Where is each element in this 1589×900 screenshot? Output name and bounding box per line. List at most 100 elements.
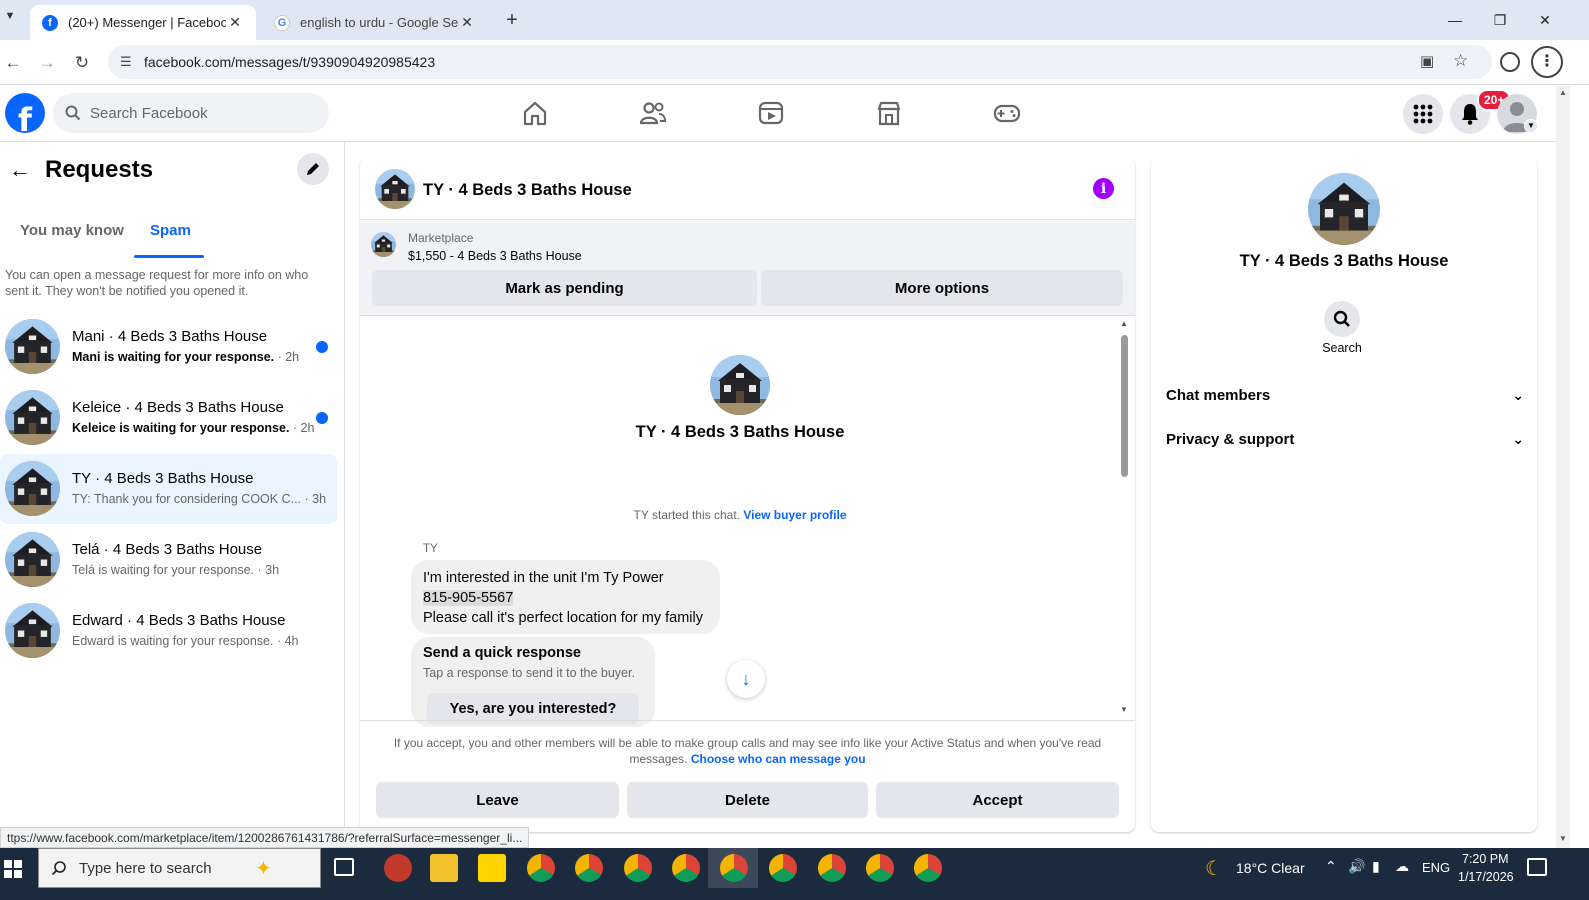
gaming-icon[interactable] bbox=[992, 98, 1022, 128]
conversation-item-mani[interactable]: Mani · 4 Beds 3 Baths House Mani is wait… bbox=[0, 312, 337, 382]
tab-title: english to urdu - Google Search bbox=[300, 15, 458, 30]
reload-icon[interactable]: ↻ bbox=[69, 50, 95, 76]
search-icon bbox=[1333, 310, 1350, 327]
video-icon[interactable] bbox=[756, 98, 786, 128]
message-thread[interactable]: TY · 4 Beds 3 Baths House TY started thi… bbox=[360, 317, 1135, 727]
app-icon-1[interactable] bbox=[384, 854, 412, 882]
taskbar-search-box[interactable]: ✦ bbox=[38, 848, 321, 888]
chrome-icon-2[interactable] bbox=[575, 854, 603, 882]
chrome-icon-9[interactable] bbox=[914, 854, 942, 882]
notification-center-icon[interactable] bbox=[1527, 858, 1547, 876]
browser-tab-google[interactable]: G english to urdu - Google Search ✕ bbox=[262, 5, 488, 40]
tab-you-may-know[interactable]: You may know bbox=[20, 222, 124, 239]
account-chevron-icon[interactable]: ▼ bbox=[1524, 119, 1538, 133]
file-explorer-icon[interactable] bbox=[430, 854, 458, 882]
minimize-icon[interactable]: — bbox=[1437, 6, 1473, 34]
taskbar-search-input[interactable] bbox=[79, 859, 249, 877]
choose-who-can-message-link[interactable]: Choose who can message you bbox=[691, 752, 866, 766]
search-in-chat-button[interactable] bbox=[1324, 301, 1360, 337]
chrome-icon-6[interactable] bbox=[769, 854, 797, 882]
sticky-notes-icon[interactable] bbox=[478, 854, 506, 882]
back-arrow-icon[interactable]: ← bbox=[9, 157, 31, 183]
forward-icon[interactable]: → bbox=[34, 50, 60, 76]
facebook-favicon-icon: f bbox=[42, 14, 58, 31]
back-icon[interactable]: ← bbox=[0, 50, 26, 76]
menu-grid-button[interactable] bbox=[1403, 94, 1443, 134]
delete-button[interactable]: Delete bbox=[627, 782, 868, 818]
info-icon[interactable]: i bbox=[1093, 178, 1114, 199]
listing-thumbnail bbox=[371, 232, 396, 257]
google-favicon-icon: G bbox=[274, 14, 290, 31]
chrome-icon-5[interactable] bbox=[720, 854, 748, 882]
close-window-icon[interactable]: ✕ bbox=[1527, 6, 1563, 34]
clock-date[interactable]: 1/17/2026 bbox=[1458, 870, 1514, 884]
browser-tab-messenger[interactable]: f (20+) Messenger | Facebook ✕ bbox=[30, 5, 256, 40]
unread-dot bbox=[316, 341, 328, 353]
chat-members-section[interactable]: Chat members ⌄ bbox=[1166, 383, 1524, 407]
page-scrollbar[interactable]: ▲ ▼ bbox=[1556, 86, 1570, 848]
tray-chevron-icon[interactable]: ⌃ bbox=[1325, 858, 1337, 875]
quick-response-subtitle: Tap a response to send it to the buyer. bbox=[423, 666, 635, 680]
facebook-logo-icon[interactable]: f bbox=[5, 93, 45, 133]
new-message-button[interactable] bbox=[297, 153, 329, 185]
close-tab-icon[interactable]: ✕ bbox=[226, 14, 244, 31]
chrome-icon-4[interactable] bbox=[672, 854, 700, 882]
sender-label: TY bbox=[423, 543, 438, 555]
friends-icon[interactable] bbox=[638, 98, 668, 128]
quick-response-card: Send a quick response Tap a response to … bbox=[411, 637, 655, 727]
more-options-button[interactable]: More options bbox=[761, 270, 1123, 306]
leave-button[interactable]: Leave bbox=[376, 782, 619, 818]
network-icon[interactable]: ☁ bbox=[1395, 858, 1409, 875]
moon-weather-icon: ☾ bbox=[1205, 858, 1223, 880]
profile-icon[interactable] bbox=[1500, 52, 1520, 72]
new-tab-icon[interactable]: + bbox=[500, 8, 524, 32]
scroll-down-arrow-icon[interactable]: ↓ bbox=[727, 660, 765, 698]
restore-icon[interactable]: ❐ bbox=[1482, 6, 1518, 34]
chat-avatar[interactable] bbox=[375, 169, 415, 209]
conversation-item-ty[interactable]: TY · 4 Beds 3 Baths House TY: Thank you … bbox=[0, 454, 337, 524]
conversation-item-edward[interactable]: Edward · 4 Beds 3 Baths House Edward is … bbox=[0, 596, 337, 666]
conversation-preview: Telá is waiting for your response. · 3h bbox=[72, 563, 280, 577]
search-icon bbox=[51, 861, 66, 876]
chrome-icon-1[interactable] bbox=[527, 854, 555, 882]
chat-panel: TY · 4 Beds 3 Baths House i Marketplace … bbox=[360, 157, 1135, 832]
chrome-menu-icon[interactable]: ⋮ bbox=[1531, 46, 1563, 78]
bookmark-star-icon[interactable]: ☆ bbox=[1453, 51, 1468, 71]
chrome-icon-3[interactable] bbox=[624, 854, 652, 882]
marketplace-listing-banner[interactable]: Marketplace $1,550 - 4 Beds 3 Baths Hous… bbox=[360, 221, 1135, 316]
tab-spam[interactable]: Spam bbox=[150, 222, 191, 239]
address-bar-row: ← → ↻ ☰ facebook.com/messages/t/93909049… bbox=[0, 40, 1589, 85]
tab-list-button[interactable]: ▼ bbox=[2, 10, 18, 30]
site-info-icon[interactable]: ☰ bbox=[120, 54, 132, 70]
install-app-icon[interactable]: ▣ bbox=[1420, 52, 1434, 70]
volume-icon[interactable]: 🔊 bbox=[1348, 858, 1365, 875]
close-tab-icon[interactable]: ✕ bbox=[458, 14, 476, 31]
weather-text[interactable]: 18°C Clear bbox=[1236, 860, 1305, 876]
privacy-support-section[interactable]: Privacy & support ⌄ bbox=[1166, 427, 1524, 451]
windows-start-icon[interactable] bbox=[4, 860, 22, 878]
conversation-item-keleice[interactable]: Keleice · 4 Beds 3 Baths House Keleice i… bbox=[0, 383, 337, 453]
house-avatar bbox=[5, 603, 60, 658]
chrome-icon-8[interactable] bbox=[866, 854, 894, 882]
chrome-icon-7[interactable] bbox=[818, 854, 846, 882]
facebook-search-box[interactable] bbox=[53, 93, 329, 133]
home-icon[interactable] bbox=[520, 98, 550, 128]
task-view-icon[interactable] bbox=[334, 858, 354, 876]
url-text: facebook.com/messages/t/9390904920985423 bbox=[144, 54, 436, 70]
conversation-preview: Mani is waiting for your response. · 2h bbox=[72, 350, 300, 364]
search-input[interactable] bbox=[90, 104, 310, 122]
conversation-name: Mani · 4 Beds 3 Baths House bbox=[72, 328, 268, 345]
chat-title[interactable]: TY · 4 Beds 3 Baths House bbox=[423, 181, 632, 200]
clock-time[interactable]: 7:20 PM bbox=[1462, 852, 1509, 866]
battery-icon[interactable]: ▮ bbox=[1372, 858, 1380, 875]
mark-as-pending-button[interactable]: Mark as pending bbox=[372, 270, 757, 306]
language-indicator[interactable]: ENG bbox=[1422, 860, 1450, 875]
chat-details-panel: TY · 4 Beds 3 Baths House Search Chat me… bbox=[1151, 157, 1537, 832]
view-buyer-profile-link[interactable]: View buyer profile bbox=[743, 508, 846, 522]
accept-button[interactable]: Accept bbox=[876, 782, 1119, 818]
url-input[interactable]: ☰ facebook.com/messages/t/93909049209854… bbox=[108, 45, 1492, 79]
phone-number[interactable]: 815-905-5567 bbox=[423, 590, 514, 606]
conversation-item-tela[interactable]: Telá · 4 Beds 3 Baths House Telá is wait… bbox=[0, 525, 337, 595]
chat-scrollbar[interactable]: ▲ ▼ bbox=[1118, 317, 1132, 719]
marketplace-icon[interactable] bbox=[874, 98, 904, 128]
